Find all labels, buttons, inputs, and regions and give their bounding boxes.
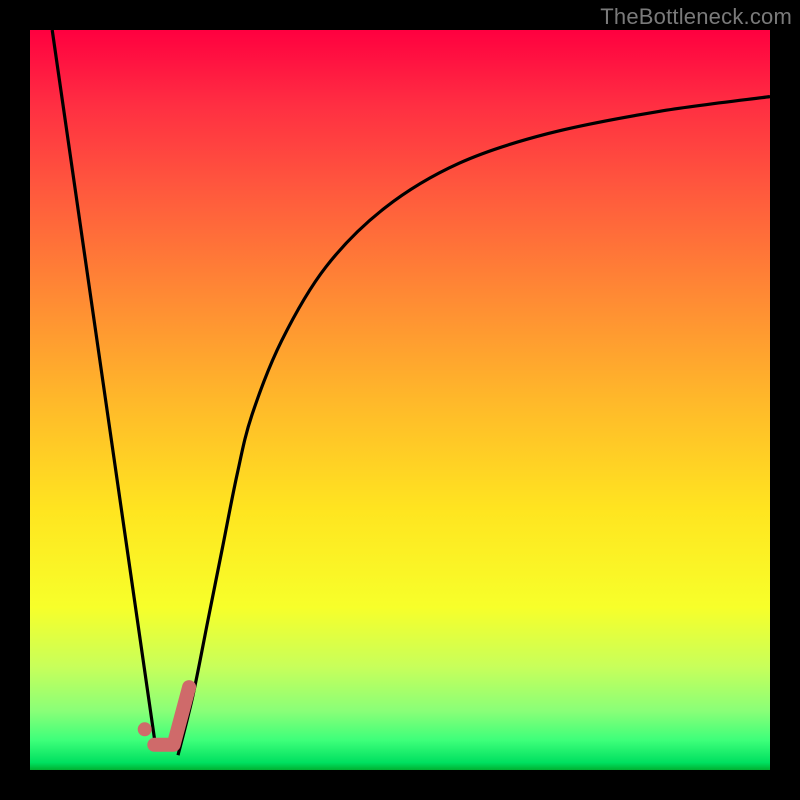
optimal-point-marker	[138, 722, 152, 736]
curve-layer	[30, 30, 770, 770]
plot-area	[30, 30, 770, 770]
watermark-text: TheBottleneck.com	[600, 4, 792, 30]
right-branch-curve	[178, 97, 770, 756]
outer-frame: TheBottleneck.com	[0, 0, 800, 800]
left-branch-curve	[52, 30, 156, 748]
